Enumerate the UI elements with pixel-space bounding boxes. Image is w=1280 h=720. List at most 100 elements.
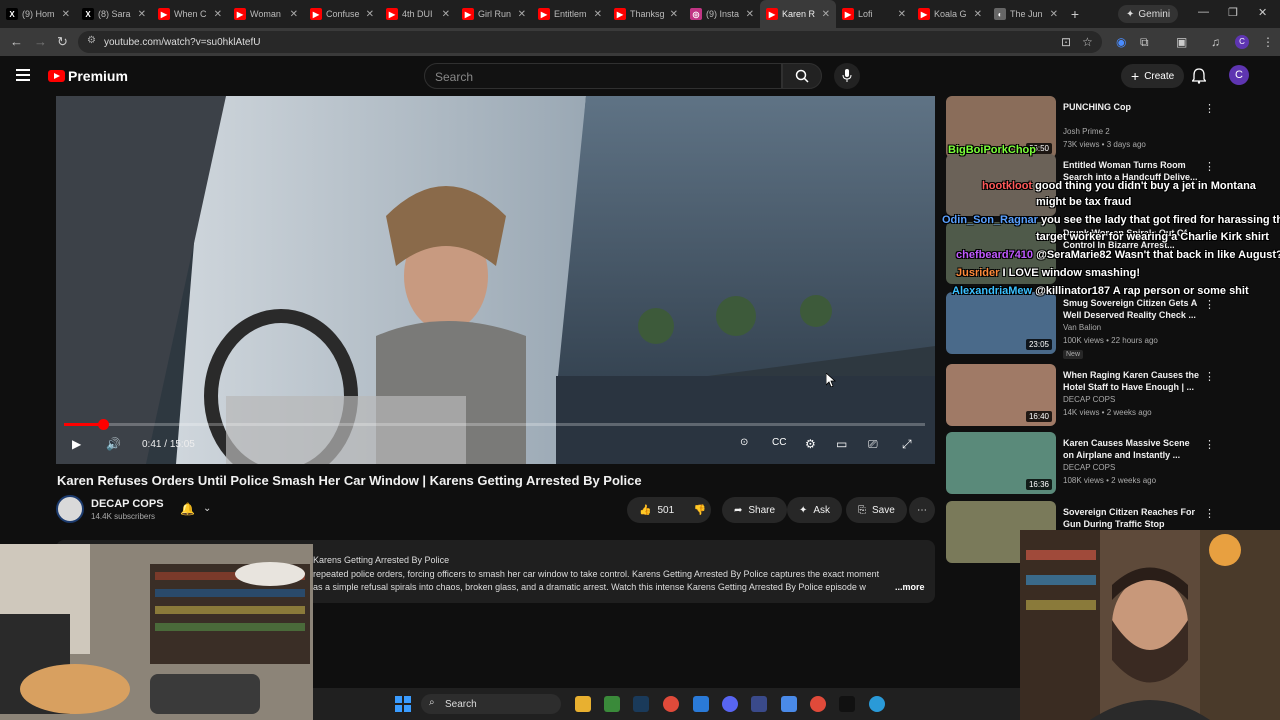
browser-tab[interactable]: ▶ 4th DUI ✕ <box>380 0 456 28</box>
subscribed-bell-icon[interactable]: 🔔 <box>180 502 195 516</box>
browser-tab[interactable]: ▶ Koala G ✕ <box>912 0 988 28</box>
save-button[interactable]: ⎘ Save <box>846 497 907 523</box>
restore-icon[interactable]: ❐ <box>1228 6 1238 19</box>
recommended-video[interactable]: 16:36 Karen Causes Massive Scene on Airpl… <box>946 432 1266 498</box>
miniplayer-icon[interactable]: ▭ <box>836 437 847 451</box>
minimize-icon[interactable]: — <box>1198 6 1209 18</box>
video-player[interactable]: ▶ 🔊 0:41 / 15:05 ⊙ CC ⚙ ▭ ⎚ ⤢ <box>56 96 935 464</box>
close-window-icon[interactable]: ✕ <box>1258 6 1267 19</box>
dislike-button[interactable]: 👎 <box>686 497 714 523</box>
video-thumbnail[interactable]: 23:05 <box>946 292 1056 354</box>
bookmark-star-icon[interactable]: ☆ <box>1082 35 1093 49</box>
app-icon[interactable] <box>781 696 797 712</box>
tab-close-icon[interactable]: ✕ <box>1050 9 1058 20</box>
recommended-video[interactable]: 16:40 When Raging Karen Causes the Hotel … <box>946 364 1266 430</box>
tab-close-icon[interactable]: ✕ <box>974 9 982 20</box>
tab-close-icon[interactable]: ✕ <box>670 9 678 20</box>
hamburger-menu-icon[interactable] <box>16 69 30 81</box>
url-field[interactable]: ⚙ youtube.com/watch?v=su0hklAtefU <box>78 31 1102 53</box>
more-vertical-icon[interactable]: ⋮ <box>1204 507 1215 520</box>
settings-gear-icon[interactable]: ⚙ <box>805 437 816 451</box>
file-explorer-icon[interactable] <box>575 696 591 712</box>
install-icon[interactable]: ⊡ <box>1061 35 1071 49</box>
channel-name[interactable]: DECAP COPS <box>91 498 164 510</box>
browser-tab[interactable]: ▶ Thanksg ✕ <box>608 0 684 28</box>
captions-icon[interactable]: CC <box>772 437 786 448</box>
browser-tab[interactable]: ▶ Girl Run ✕ <box>456 0 532 28</box>
chrome-active-icon[interactable] <box>810 696 826 712</box>
play-button[interactable]: ▶ <box>72 437 81 451</box>
new-tab-icon[interactable]: + <box>1064 6 1086 22</box>
chrome-icon[interactable] <box>663 696 679 712</box>
tab-close-icon[interactable]: ✕ <box>518 9 526 20</box>
tab-close-icon[interactable]: ✕ <box>290 9 298 20</box>
minecraft-icon[interactable] <box>604 696 620 712</box>
tab-close-icon[interactable]: ✕ <box>822 9 830 20</box>
app-icon[interactable] <box>869 696 885 712</box>
browser-tab[interactable]: ▶ Confuse ✕ <box>304 0 380 28</box>
tab-close-icon[interactable]: ✕ <box>746 9 754 20</box>
video-thumbnail[interactable]: 16:40 <box>946 364 1056 426</box>
profile-avatar[interactable]: C <box>1235 35 1249 49</box>
back-icon[interactable]: ← <box>10 34 23 49</box>
youtube-premium-logo[interactable]: Premium <box>48 68 128 84</box>
tab-close-icon[interactable]: ✕ <box>366 9 374 20</box>
recommended-video[interactable]: 23:05 Smug Sovereign Citizen Gets A Well … <box>946 292 1266 359</box>
share-button[interactable]: ➦ Share <box>722 497 788 523</box>
volume-icon[interactable]: 🔊 <box>106 437 121 451</box>
recommended-channel[interactable]: Van Balion <box>1063 323 1101 332</box>
more-vertical-icon[interactable]: ⋮ <box>1204 102 1215 115</box>
taskbar-search[interactable]: ⌕ Search <box>421 694 561 714</box>
search-input[interactable]: Search <box>424 63 782 89</box>
channel-avatar[interactable] <box>56 495 84 523</box>
recommended-channel[interactable]: Josh Prime 2 <box>1063 127 1110 136</box>
fullscreen-icon[interactable]: ⤢ <box>902 437 912 452</box>
video-thumbnail[interactable]: 16:36 <box>946 432 1056 494</box>
browser-tab[interactable]: X (8) Sara ✕ <box>76 0 152 28</box>
more-vertical-icon[interactable]: ⋮ <box>1204 438 1215 451</box>
more-vertical-icon[interactable]: ⋮ <box>1204 298 1215 311</box>
progress-scrubber[interactable] <box>97 419 109 430</box>
capcut-icon[interactable] <box>839 696 855 712</box>
recommended-channel[interactable]: DECAP COPS <box>1063 395 1115 404</box>
extension-icon[interactable]: ◉ <box>1116 35 1126 49</box>
gemini-button[interactable]: ✦ Gemini <box>1118 5 1179 23</box>
tab-close-icon[interactable]: ✕ <box>898 9 906 20</box>
create-button[interactable]: + Create <box>1121 64 1185 88</box>
video-progress-bar[interactable] <box>64 419 925 430</box>
more-vertical-icon[interactable]: ⋮ <box>1204 160 1215 173</box>
browser-tab[interactable]: ▶ Entitlem ✕ <box>532 0 608 28</box>
reload-icon[interactable]: ↻ <box>57 34 68 50</box>
more-actions-button[interactable]: ⋯ <box>909 497 935 523</box>
browser-tab[interactable]: ▶ Lofi ✕ <box>836 0 912 28</box>
cast-icon[interactable]: ⎚ <box>868 437 878 452</box>
notifications-button[interactable] <box>1191 68 1207 89</box>
autoplay-toggle[interactable]: ⊙ <box>740 437 748 448</box>
browser-menu-icon[interactable]: ⋮ <box>1262 35 1274 49</box>
discord-icon[interactable] <box>722 696 738 712</box>
site-info-icon[interactable]: ⚙ <box>87 35 96 46</box>
browser-tab[interactable]: ▶ When C ✕ <box>152 0 228 28</box>
extensions-puzzle-icon[interactable]: ⧉ <box>1140 35 1149 50</box>
ask-button[interactable]: ✦ Ask <box>787 497 843 523</box>
browser-tab[interactable]: X (9) Hom ✕ <box>0 0 76 28</box>
voice-search-button[interactable] <box>834 63 860 89</box>
browser-tab[interactable]: ▶ Karen R ✕ <box>760 0 836 28</box>
tab-close-icon[interactable]: ✕ <box>214 9 222 20</box>
description-more-link[interactable]: ...more <box>895 582 925 592</box>
browser-tab[interactable]: ▶ Woman ✕ <box>228 0 304 28</box>
more-vertical-icon[interactable]: ⋮ <box>1204 370 1215 383</box>
app-icon[interactable] <box>751 696 767 712</box>
tab-close-icon[interactable]: ✕ <box>442 9 450 20</box>
steam-icon[interactable] <box>633 696 649 712</box>
tab-close-icon[interactable]: ✕ <box>594 9 602 20</box>
app-icon[interactable] <box>693 696 709 712</box>
browser-tab[interactable]: ◎ (9) Insta ✕ <box>684 0 760 28</box>
sidepanel-icon[interactable]: ▣ <box>1176 35 1187 49</box>
browser-tab[interactable]: ◐ The Jun ✕ <box>988 0 1064 28</box>
search-button[interactable] <box>782 63 822 89</box>
windows-start-icon[interactable] <box>395 696 411 712</box>
tab-close-icon[interactable]: ✕ <box>62 9 70 20</box>
chevron-down-icon[interactable]: ⌄ <box>203 503 211 514</box>
recommended-channel[interactable]: DECAP COPS <box>1063 463 1115 472</box>
